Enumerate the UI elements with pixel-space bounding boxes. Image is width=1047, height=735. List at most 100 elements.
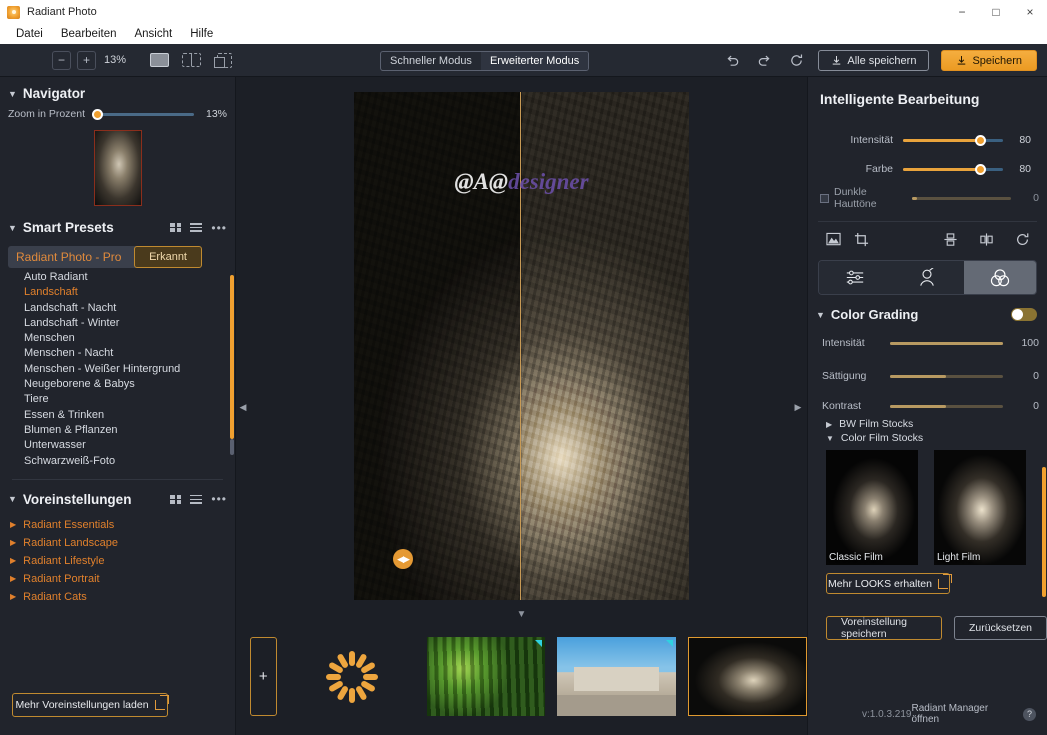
list-item[interactable]: Schwarzweiß-Foto: [24, 454, 235, 469]
image-icon[interactable]: [822, 228, 844, 250]
flip-horizontal-icon[interactable]: [975, 228, 997, 250]
grid-view-icon[interactable]: [170, 494, 182, 504]
navigator-thumbnail[interactable]: [93, 130, 142, 206]
left-panel-scrollbar[interactable]: [230, 275, 234, 439]
crop-icon[interactable]: [850, 228, 872, 250]
more-options-icon[interactable]: •••: [211, 493, 227, 505]
color-film-stocks-group[interactable]: ▼ Color Film Stocks: [808, 430, 1047, 444]
list-item[interactable]: [289, 637, 415, 716]
reset-button[interactable]: Zurücksetzen: [953, 616, 1047, 640]
filmstrip-collapse-icon[interactable]: ▼: [517, 609, 527, 620]
navigator-header[interactable]: ▼ Navigator: [0, 77, 235, 106]
list-item[interactable]: ▶ Radiant Essentials: [10, 516, 235, 534]
quick-mode-tab[interactable]: Schneller Modus: [381, 52, 481, 70]
overlay-view-icon[interactable]: [212, 52, 234, 68]
color-grading-title: Color Grading: [830, 307, 919, 322]
list-item[interactable]: Auto Radiant: [24, 270, 235, 285]
advanced-mode-tab[interactable]: Erweiterter Modus: [480, 52, 589, 70]
main-photo[interactable]: [354, 92, 689, 600]
list-item[interactable]: Landschaft - Nacht: [24, 301, 235, 316]
list-view-icon[interactable]: [190, 494, 203, 504]
menu-bar: Datei Bearbeiten Ansicht Hilfe: [0, 24, 1047, 44]
cg-contrast-slider[interactable]: [890, 404, 1003, 408]
detected-button[interactable]: Erkannt: [134, 246, 202, 268]
list-item[interactable]: [688, 637, 807, 716]
right-panel-scrollbar[interactable]: [1042, 467, 1046, 597]
list-item[interactable]: ▶ Radiant Landscape: [10, 534, 235, 552]
film-preset-classic[interactable]: Classic Film: [826, 450, 918, 565]
left-panel-scrollbar-track[interactable]: [230, 439, 234, 455]
list-item[interactable]: Tiere: [24, 392, 235, 407]
color-grading-header[interactable]: ▼ Color Grading: [808, 295, 1047, 322]
zoom-slider[interactable]: [92, 108, 194, 120]
preset-profile-value: Radiant Photo - Pro: [16, 250, 122, 264]
chevron-right-icon: ▶: [10, 573, 17, 583]
list-item[interactable]: ▶ Radiant Lifestyle: [10, 552, 235, 570]
dark-skintones-slider[interactable]: [911, 196, 1012, 200]
minimize-button[interactable]: −: [945, 0, 979, 24]
tab-adjustments[interactable]: [819, 261, 892, 294]
list-item[interactable]: Menschen: [24, 331, 235, 346]
collapse-right-panel-icon[interactable]: ▶: [793, 400, 803, 414]
voreinstellungen-header[interactable]: ▼ Voreinstellungen •••: [0, 480, 235, 512]
menu-datei[interactable]: Datei: [7, 24, 52, 44]
cg-intensity-slider[interactable]: [890, 341, 1003, 345]
close-button[interactable]: ×: [1013, 0, 1047, 24]
list-item[interactable]: ▶ Radiant Cats: [10, 588, 235, 606]
redo-icon[interactable]: [754, 51, 774, 71]
reset-icon[interactable]: [786, 51, 806, 71]
load-more-presets-button[interactable]: Mehr Voreinstellungen laden: [12, 693, 169, 717]
dark-skintones-checkbox[interactable]: [820, 193, 829, 203]
color-grading-toggle[interactable]: [1011, 308, 1037, 321]
menu-ansicht[interactable]: Ansicht: [125, 24, 181, 44]
split-view-icon[interactable]: [180, 52, 202, 68]
collapse-left-panel-icon[interactable]: ◀: [238, 400, 248, 414]
save-button[interactable]: Speichern: [941, 50, 1037, 71]
more-options-icon[interactable]: •••: [211, 222, 227, 234]
flip-vertical-icon[interactable]: [939, 228, 961, 250]
split-divider-line: [520, 92, 522, 600]
menu-hilfe[interactable]: Hilfe: [181, 24, 222, 44]
list-item[interactable]: Landschaft - Winter: [24, 316, 235, 331]
list-item[interactable]: Unterwasser: [24, 438, 235, 453]
list-item[interactable]: [426, 637, 546, 716]
menu-bearbeiten[interactable]: Bearbeiten: [52, 24, 126, 44]
undo-icon[interactable]: [722, 51, 742, 71]
zoom-slider-knob[interactable]: [92, 108, 104, 120]
single-view-icon[interactable]: [148, 52, 170, 68]
zoom-in-button[interactable]: +: [77, 50, 96, 70]
save-all-button[interactable]: Alle speichern: [818, 50, 930, 71]
film-preset-light[interactable]: Light Film: [934, 450, 1026, 565]
list-item[interactable]: Neugeborene & Babys: [24, 377, 235, 392]
zoom-out-button[interactable]: −: [52, 50, 71, 70]
bw-film-stocks-group[interactable]: ▶ BW Film Stocks: [808, 416, 1047, 430]
canvas-area: ◀▶ @A@designer ▶: [236, 77, 807, 607]
photo-tool-icons: [808, 222, 1047, 256]
smart-presets-header[interactable]: ▼ Smart Presets •••: [0, 206, 235, 240]
list-view-icon[interactable]: [190, 223, 203, 232]
radiant-manager-link[interactable]: Radiant Manager öffnen ?: [911, 703, 1036, 725]
maximize-button[interactable]: □: [979, 0, 1013, 24]
list-item[interactable]: Blumen & Pflanzen: [24, 423, 235, 438]
list-item[interactable]: ▶ Radiant Portrait: [10, 570, 235, 588]
more-looks-label: Mehr LOOKS erhalten: [828, 577, 932, 590]
list-item[interactable]: Menschen - Weißer Hintergrund: [24, 362, 235, 377]
cg-saturation-label: Sättigung: [822, 370, 867, 382]
cg-saturation-slider[interactable]: [890, 374, 1003, 378]
intensity-slider[interactable]: [903, 134, 1003, 146]
save-preset-button[interactable]: Voreinstellung speichern: [826, 616, 942, 640]
split-compare-handle[interactable]: ◀▶: [393, 549, 413, 569]
list-item[interactable]: [557, 637, 677, 716]
cg-saturation-row: Sättigung 0: [808, 364, 1047, 388]
tab-portrait[interactable]: [891, 261, 964, 294]
list-item[interactable]: Landschaft: [24, 285, 235, 300]
rotate-icon[interactable]: [1011, 228, 1033, 250]
tab-color-grading[interactable]: [963, 261, 1036, 294]
more-looks-button[interactable]: Mehr LOOKS erhalten: [826, 573, 952, 594]
list-item[interactable]: Menschen - Nacht: [24, 346, 235, 361]
help-icon[interactable]: ?: [1023, 707, 1036, 721]
grid-view-icon[interactable]: [170, 223, 182, 232]
list-item[interactable]: Essen & Trinken: [24, 408, 235, 423]
color-slider[interactable]: [903, 163, 1003, 175]
add-photo-button[interactable]: +: [250, 637, 277, 716]
